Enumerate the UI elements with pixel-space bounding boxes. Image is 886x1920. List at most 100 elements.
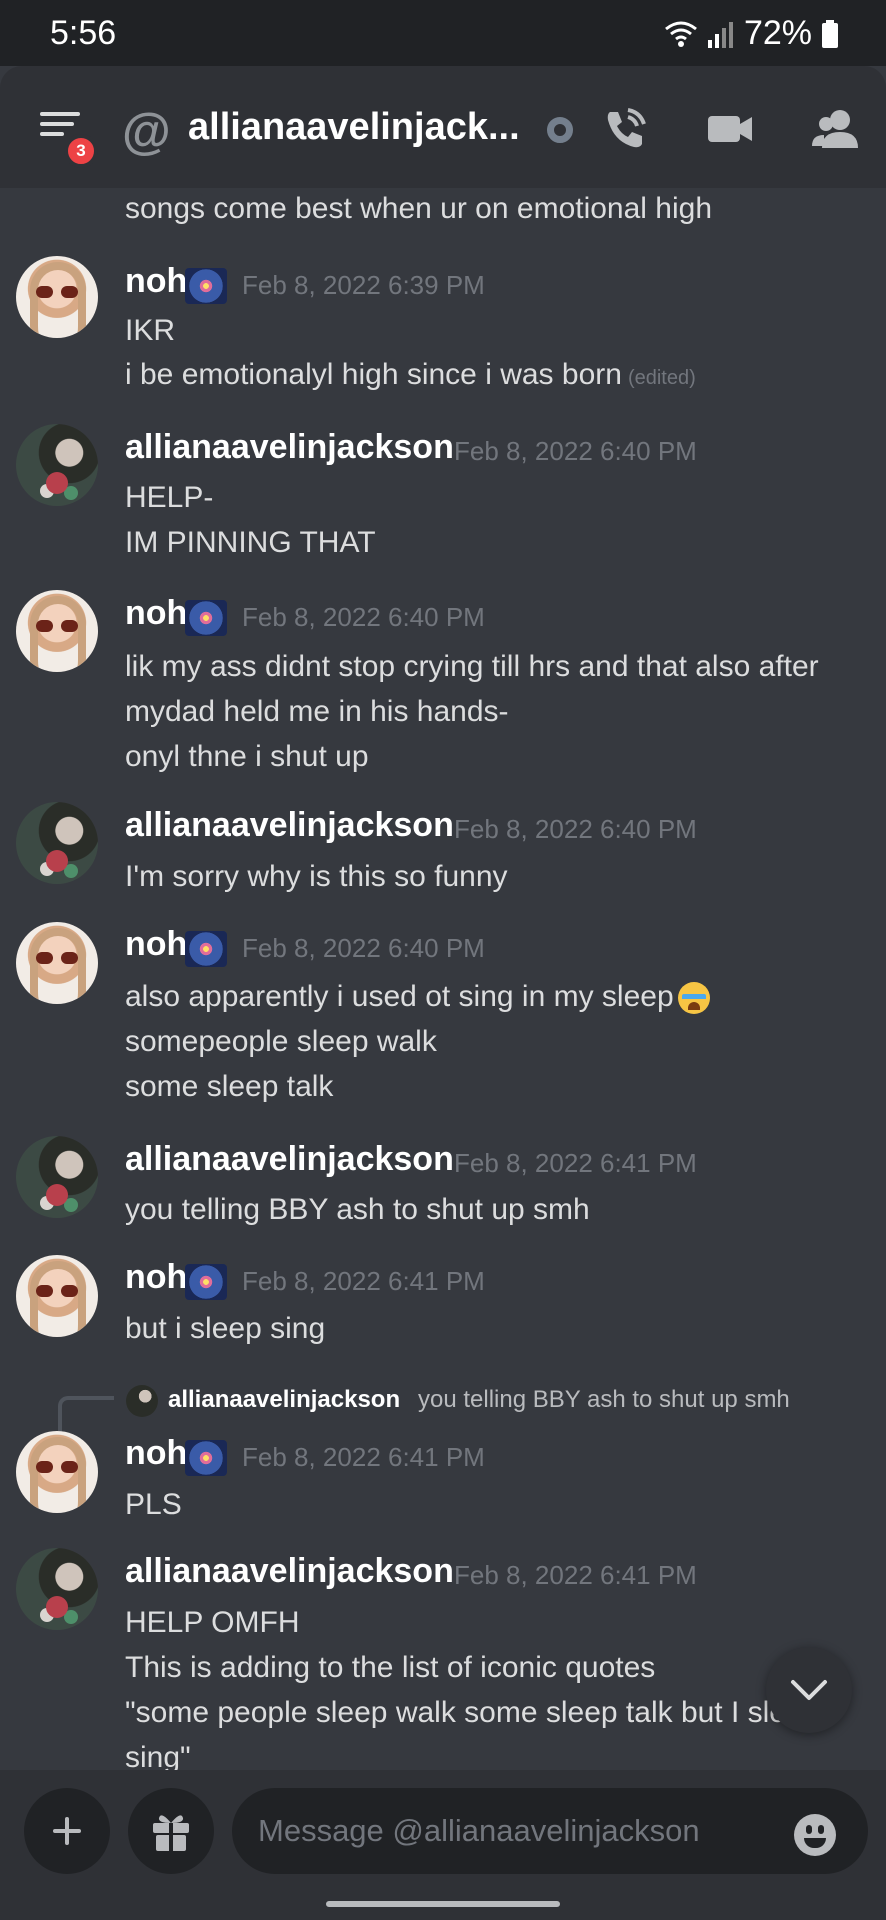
message-text: some sleep talk — [125, 1070, 334, 1103]
avatar-flower — [46, 1596, 68, 1618]
username[interactable]: noh — [125, 1434, 187, 1473]
reply-avatar — [126, 1385, 158, 1417]
timestamp: Feb 8, 2022 6:39 PM — [242, 270, 485, 300]
username[interactable]: noh — [125, 925, 187, 964]
video-call-icon[interactable] — [706, 104, 756, 154]
message-text-content: also apparently i used ot sing in my sle… — [125, 980, 674, 1013]
avatar[interactable] — [16, 922, 98, 1004]
offline-status-icon — [547, 117, 573, 143]
timestamp: Feb 8, 2022 6:41 PM — [242, 1442, 485, 1472]
home-indicator — [326, 1901, 560, 1907]
message-text: lik my ass didnt stop crying till hrs an… — [125, 650, 819, 683]
message-text: HELP OMFH — [125, 1606, 300, 1639]
message-text: IM PINNING THAT — [125, 526, 376, 559]
avatar-glasses — [36, 952, 78, 964]
username[interactable]: allianaavelinjackson — [125, 1140, 454, 1179]
message-input[interactable] — [232, 1788, 868, 1874]
message-text: i be emotionalyl high since i was born (e… — [125, 358, 696, 392]
message-text-content: i be emotionalyl high since i was born — [125, 358, 622, 391]
avatar-flower — [46, 1184, 68, 1206]
message-text: sing" — [125, 1741, 191, 1770]
avatar-flower — [46, 850, 68, 872]
avatar-hair — [30, 1261, 86, 1335]
at-icon: @ — [122, 103, 171, 159]
avatar[interactable] — [16, 256, 98, 338]
fireworks-emoji-icon — [185, 931, 227, 967]
menu-button[interactable]: 3 — [36, 108, 98, 168]
avatar-hair — [30, 1437, 86, 1511]
menu-icon-bar — [40, 122, 74, 126]
chevron-down-icon — [791, 1680, 827, 1700]
message-text: somepeople sleep walk — [125, 1025, 437, 1058]
message-text: onyl thne i shut up — [125, 740, 369, 773]
plus-icon — [53, 1817, 81, 1845]
avatar[interactable] — [16, 802, 98, 884]
battery-percent: 72% — [743, 14, 812, 52]
avatar-hair — [30, 596, 86, 670]
reply-username[interactable]: allianaavelinjackson — [168, 1386, 400, 1414]
avatar-hair — [30, 928, 86, 1002]
voice-call-icon[interactable] — [600, 104, 650, 154]
username[interactable]: allianaavelinjackson — [125, 1552, 454, 1591]
edited-label: (edited) — [627, 367, 696, 389]
notification-badge: 3 — [64, 134, 98, 168]
message-text: HELP- — [125, 481, 214, 514]
avatar[interactable] — [16, 1431, 98, 1513]
reply-connector — [58, 1396, 114, 1432]
username[interactable]: noh — [125, 1258, 187, 1297]
timestamp: Feb 8, 2022 6:40 PM — [454, 436, 697, 466]
username[interactable]: allianaavelinjackson — [125, 428, 454, 467]
fireworks-emoji-icon — [185, 1264, 227, 1300]
message-text: you telling BBY ash to shut up smh — [125, 1193, 590, 1226]
avatar[interactable] — [16, 1548, 98, 1630]
add-attachment-button[interactable] — [24, 1788, 110, 1874]
timestamp: Feb 8, 2022 6:40 PM — [454, 814, 697, 844]
fireworks-emoji-icon — [185, 600, 227, 636]
timestamp: Feb 8, 2022 6:41 PM — [454, 1148, 697, 1178]
wifi-icon — [665, 21, 697, 47]
timestamp: Feb 8, 2022 6:40 PM — [242, 933, 485, 963]
dm-title[interactable]: allianaavelinjack... — [188, 106, 520, 149]
message-text: IKR — [125, 314, 176, 347]
avatar[interactable] — [16, 1255, 98, 1337]
signal-icon — [707, 21, 733, 48]
avatar-glasses — [36, 286, 78, 298]
timestamp: Feb 8, 2022 6:40 PM — [242, 602, 485, 632]
avatar-glasses — [36, 1461, 78, 1473]
menu-icon-bar — [40, 132, 64, 136]
avatar-hair — [30, 262, 86, 336]
message-text: PLS — [125, 1488, 182, 1521]
crying-face-icon — [677, 982, 710, 1015]
status-time: 5:56 — [50, 14, 117, 52]
avatar-glasses — [36, 620, 78, 632]
fireworks-emoji-icon — [185, 268, 227, 304]
avatar[interactable] — [16, 590, 98, 672]
status-bar: 5:56 72% — [0, 0, 886, 66]
message-composer — [0, 1770, 886, 1920]
message-list[interactable]: songs come best when ur on emotional hig… — [0, 188, 886, 1770]
channel-header: 3 @ allianaavelinjack... — [0, 66, 886, 188]
message-text: This is adding to the list of iconic quo… — [125, 1651, 656, 1684]
username[interactable]: noh — [125, 594, 187, 633]
status-indicators: 72% — [664, 14, 838, 53]
username[interactable]: noh — [125, 262, 187, 301]
message-text: also apparently i used ot sing in my sle… — [125, 980, 710, 1015]
scroll-to-bottom-button[interactable] — [766, 1647, 852, 1733]
username[interactable]: allianaavelinjackson — [125, 806, 454, 845]
menu-icon — [40, 112, 80, 116]
message-text: "some people sleep walk some sleep talk … — [125, 1696, 820, 1729]
gift-icon — [153, 1815, 189, 1851]
timestamp: Feb 8, 2022 6:41 PM — [242, 1266, 485, 1296]
gift-button[interactable] — [128, 1788, 214, 1874]
avatar[interactable] — [16, 424, 98, 506]
message-text: I'm sorry why is this so funny — [125, 860, 508, 893]
message-text: songs come best when ur on emotional hig… — [125, 192, 713, 225]
timestamp: Feb 8, 2022 6:41 PM — [454, 1560, 697, 1590]
emoji-picker-icon[interactable] — [794, 1814, 836, 1856]
avatar[interactable] — [16, 1136, 98, 1218]
message-text: but i sleep sing — [125, 1312, 326, 1345]
reply-preview-text[interactable]: you telling BBY ash to shut up smh — [418, 1386, 790, 1414]
fireworks-emoji-icon — [185, 1440, 227, 1476]
message-text: mydad held me in his hands- — [125, 695, 509, 728]
members-icon[interactable] — [810, 104, 860, 154]
